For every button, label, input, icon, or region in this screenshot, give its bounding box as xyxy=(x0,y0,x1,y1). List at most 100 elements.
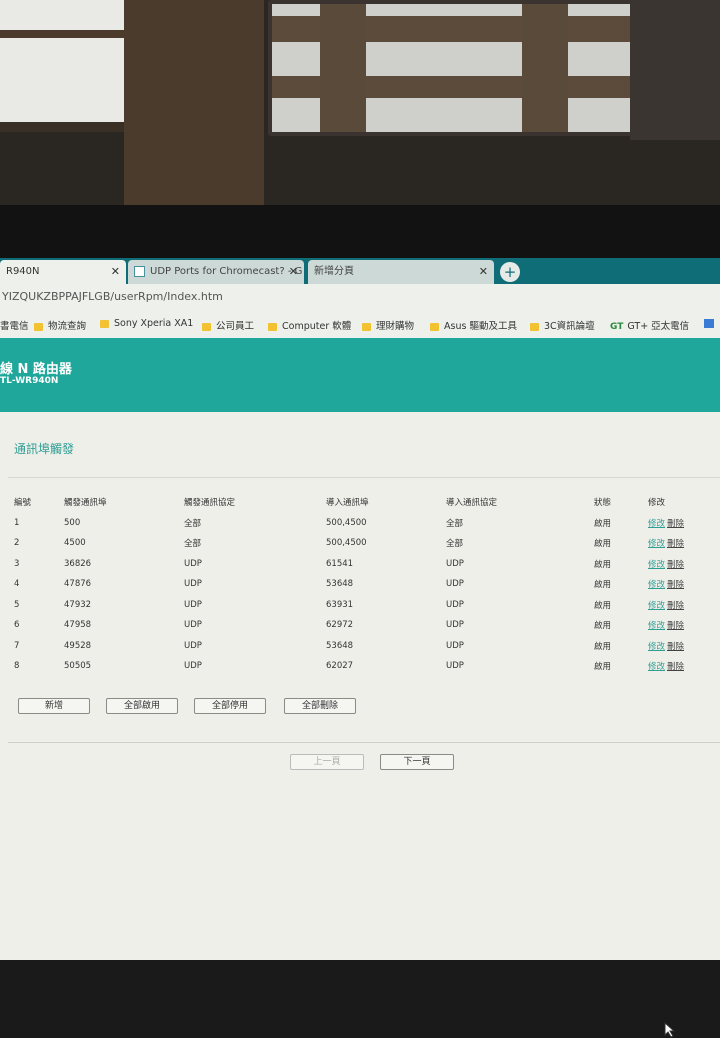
edit-link[interactable]: 修改 xyxy=(648,519,665,529)
next-page-button[interactable]: 下一頁 xyxy=(380,754,454,770)
delete-link[interactable]: 刪除 xyxy=(667,662,684,672)
column-header: 狀態 xyxy=(594,498,612,509)
window-edge xyxy=(630,0,720,140)
browser-window: R940N ✕ UDP Ports for Chromecast? - G ✕ … xyxy=(0,258,720,1038)
bookmark-item[interactable]: 書電信 xyxy=(0,318,29,332)
table-cell-trigger-protocol: 全部 xyxy=(184,539,202,550)
page-favicon-icon xyxy=(134,265,145,277)
table-cell-status: 啟用 xyxy=(594,539,612,550)
close-icon[interactable]: ✕ xyxy=(289,260,298,284)
bookmark-item[interactable]: GT GT+ 亞太電信 xyxy=(610,318,689,332)
delete-link[interactable]: 刪除 xyxy=(667,580,684,590)
enable-all-button[interactable]: 全部啟用 xyxy=(106,698,178,714)
delete-link[interactable]: 刪除 xyxy=(667,519,684,529)
folder-icon xyxy=(530,322,539,331)
folder-icon xyxy=(430,322,439,331)
tab-new[interactable]: 新增分頁 ✕ xyxy=(308,260,494,284)
table-cell-incoming-protocol: UDP xyxy=(446,620,464,631)
bookmark-item[interactable]: 物流查詢 xyxy=(34,318,86,332)
bookmark-item[interactable]: Sony Xperia XA1 xyxy=(100,318,193,329)
close-icon[interactable]: ✕ xyxy=(479,260,488,284)
table-cell-actions: 修改 刪除 xyxy=(648,615,708,636)
table-cell-trigger-protocol: UDP xyxy=(184,661,202,672)
tab-label: R940N xyxy=(6,266,40,277)
column-header: 觸發通訊埠 xyxy=(64,498,107,509)
bookmark-item[interactable] xyxy=(704,318,714,329)
table-cell-incoming-protocol: UDP xyxy=(446,599,464,610)
edit-link[interactable]: 修改 xyxy=(648,560,665,570)
delete-link[interactable]: 刪除 xyxy=(667,560,684,570)
monitor-bezel xyxy=(0,205,720,258)
edit-link[interactable]: 修改 xyxy=(648,642,665,652)
window-frame-post xyxy=(124,0,264,205)
table-cell-actions: 修改 刪除 xyxy=(648,636,708,657)
tab-label: UDP Ports for Chromecast? - G xyxy=(150,266,303,277)
bookmark-overflow-icon xyxy=(704,319,714,328)
table-cell-trigger-port: 49528 xyxy=(64,640,92,651)
table-cell-status: 啟用 xyxy=(594,621,612,632)
delete-link[interactable]: 刪除 xyxy=(667,539,684,549)
router-model: TL-WR940N xyxy=(0,376,59,386)
table-cell-actions: 修改 刪除 xyxy=(648,595,708,616)
address-bar[interactable]: YIZQUKZBPPAJFLGB/userRpm/Index.htm xyxy=(0,284,720,310)
table-cell-trigger-protocol: UDP xyxy=(184,579,202,590)
table-cell-status: 啟用 xyxy=(594,518,612,529)
table-cell-actions: 修改 刪除 xyxy=(648,513,708,534)
table-cell-actions: 修改 刪除 xyxy=(648,574,708,595)
bookmark-label: GT+ 亞太電信 xyxy=(627,321,690,332)
bookmark-item[interactable]: 公司員工 xyxy=(202,318,254,332)
table-cell-status: 啟用 xyxy=(594,600,612,611)
table-cell-trigger-port: 47876 xyxy=(64,579,92,590)
tab-router[interactable]: R940N ✕ xyxy=(0,260,126,284)
table-cell-incoming-ports: 53648 xyxy=(326,579,354,590)
delete-all-button[interactable]: 全部刪除 xyxy=(284,698,356,714)
prev-page-button[interactable]: 上一頁 xyxy=(290,754,364,770)
bookmark-label: 理財購物 xyxy=(376,321,415,332)
table-cell-id: 8 xyxy=(14,661,20,672)
divider xyxy=(8,742,720,743)
table-cell-incoming-ports: 61541 xyxy=(326,558,354,569)
column-header: 導入通訊協定 xyxy=(446,498,498,509)
table-cell-id: 6 xyxy=(14,620,20,631)
table-row: 5 47932 UDP 63931 UDP 啟用 修改 刪除 xyxy=(14,595,708,616)
disable-all-button[interactable]: 全部停用 xyxy=(194,698,266,714)
room-background xyxy=(0,0,720,258)
table-cell-actions: 修改 刪除 xyxy=(648,533,708,554)
edit-link[interactable]: 修改 xyxy=(648,621,665,631)
column-header: 導入通訊埠 xyxy=(326,498,369,509)
edit-link[interactable]: 修改 xyxy=(648,580,665,590)
delete-link[interactable]: 刪除 xyxy=(667,621,684,631)
table-cell-trigger-protocol: UDP xyxy=(184,640,202,651)
edit-link[interactable]: 修改 xyxy=(648,539,665,549)
delete-link[interactable]: 刪除 xyxy=(667,642,684,652)
bookmark-item[interactable]: Asus 驅動及工具 xyxy=(430,318,517,332)
table-row: 7 49528 UDP 53648 UDP 啟用 修改 刪除 xyxy=(14,636,708,657)
close-icon[interactable]: ✕ xyxy=(111,260,120,284)
table-cell-trigger-port: 500 xyxy=(64,517,81,528)
folder-icon xyxy=(100,319,109,328)
table-cell-incoming-protocol: 全部 xyxy=(446,539,464,550)
main-content: 通訊埠觸發 編號 觸發通訊埠 觸發通訊協定 導入通訊埠 導入通訊協定 狀態 修改… xyxy=(0,412,720,1038)
bookmark-item[interactable]: 3C資訊論壇 xyxy=(530,318,595,332)
add-button[interactable]: 新增 xyxy=(18,698,90,714)
edit-link[interactable]: 修改 xyxy=(648,601,665,611)
new-tab-plus-icon[interactable]: + xyxy=(500,262,520,282)
table-cell-incoming-protocol: UDP xyxy=(446,558,464,569)
table-cell-incoming-ports: 500,4500 xyxy=(326,538,367,549)
edit-link[interactable]: 修改 xyxy=(648,662,665,672)
bookmark-label: Asus 驅動及工具 xyxy=(444,321,517,332)
table-cell-trigger-protocol: UDP xyxy=(184,620,202,631)
folder-icon xyxy=(362,322,371,331)
bookmark-item[interactable]: 理財購物 xyxy=(362,318,414,332)
folder-icon xyxy=(202,322,211,331)
bookmark-label: 書電信 xyxy=(0,321,29,332)
table-cell-incoming-protocol: UDP xyxy=(446,579,464,590)
window-bar xyxy=(0,30,124,38)
table-cell-id: 1 xyxy=(14,517,20,528)
bookmark-item[interactable]: Computer 軟體 xyxy=(268,318,351,332)
router-header: 線 N 路由器 TL-WR940N xyxy=(0,338,720,412)
table-cell-id: 4 xyxy=(14,579,20,590)
delete-link[interactable]: 刪除 xyxy=(667,601,684,611)
tab-udp-ports[interactable]: UDP Ports for Chromecast? - G ✕ xyxy=(128,260,304,284)
folder-icon xyxy=(268,322,277,331)
